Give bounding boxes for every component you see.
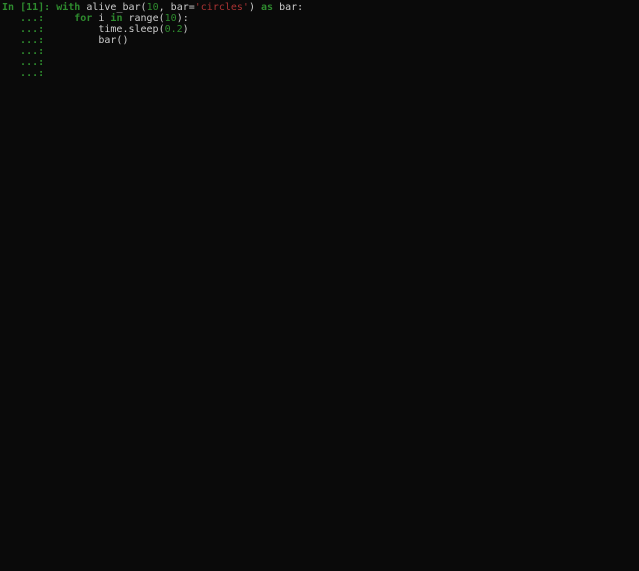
ipython-in-prompt: In xyxy=(2,2,20,13)
continuation-prompt: ...: xyxy=(2,24,44,35)
code-line-4: ...: bar() xyxy=(2,35,639,46)
function-name: bar xyxy=(98,35,116,46)
function-name: sleep xyxy=(128,24,158,35)
prompt-number: 11 xyxy=(26,2,38,13)
string-literal: 'circles' xyxy=(195,2,249,13)
keyword-as: as xyxy=(261,2,273,13)
keyword-in: in xyxy=(110,13,122,24)
code-line-7: ...: xyxy=(2,68,639,79)
number-literal: 10 xyxy=(165,13,177,24)
keyword-for: for xyxy=(74,13,92,24)
code-line-2: ...: for i in range(10): xyxy=(2,13,639,24)
variable-name: bar xyxy=(279,2,297,13)
kwarg-name: bar xyxy=(171,2,189,13)
code-line-6: ...: xyxy=(2,57,639,68)
continuation-prompt: ...: xyxy=(2,13,44,24)
continuation-prompt: ...: xyxy=(2,35,44,46)
number-literal: 10 xyxy=(147,2,159,13)
code-line-5: ...: xyxy=(2,46,639,57)
continuation-prompt: ...: xyxy=(2,68,44,79)
code-line-1: In [11]: with alive_bar(10, bar='circles… xyxy=(2,2,639,13)
continuation-prompt: ...: xyxy=(2,57,44,68)
terminal-output: In [11]: with alive_bar(10, bar='circles… xyxy=(2,2,639,79)
keyword-with: with xyxy=(56,2,80,13)
function-name: range xyxy=(129,13,159,24)
function-name: alive_bar xyxy=(86,2,140,13)
continuation-prompt: ...: xyxy=(2,46,44,57)
number-literal: 0.2 xyxy=(165,24,183,35)
module-name: time xyxy=(98,24,122,35)
code-line-3: ...: time.sleep(0.2) xyxy=(2,24,639,35)
